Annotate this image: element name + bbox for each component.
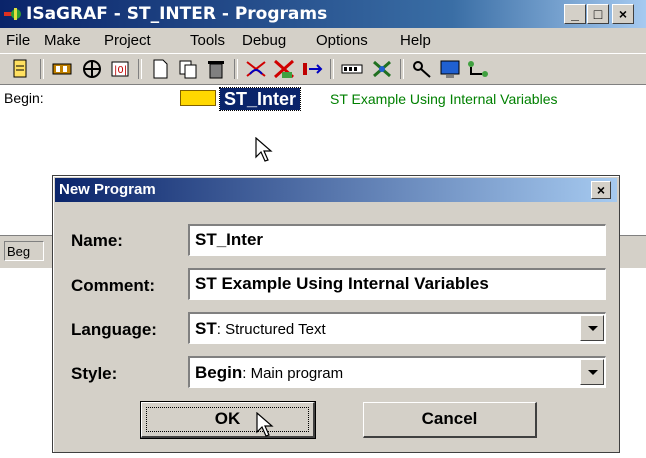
new-icon[interactable] (148, 58, 172, 80)
close-button[interactable]: × (612, 4, 634, 24)
dialog-title-bar[interactable]: New Program × (55, 178, 617, 202)
compile-icon[interactable] (244, 58, 268, 80)
link-icon[interactable] (80, 58, 104, 80)
variables-icon[interactable]: |0| (108, 58, 132, 80)
menu-make[interactable]: Make (44, 32, 81, 49)
program-item-comment: ST Example Using Internal Variables (330, 91, 558, 107)
style-select[interactable]: Begin: Main program (188, 356, 606, 388)
toolbar-separator (400, 59, 404, 79)
delete-icon[interactable] (204, 58, 228, 80)
toolbar-separator (138, 59, 142, 79)
dialog-title: New Program (59, 181, 156, 198)
menu-debug[interactable]: Debug (242, 32, 286, 49)
menu-options[interactable]: Options (316, 32, 368, 49)
language-code: ST (195, 319, 217, 338)
comment-label: Comment: (71, 276, 156, 295)
toolbar: |0| (0, 53, 646, 85)
copy-icon[interactable] (176, 58, 200, 80)
isagraf-app-icon (4, 8, 21, 20)
menu-project[interactable]: Project (104, 32, 151, 49)
title-bar[interactable]: ISaGRAF - ST_INTER - Programs _ □ × (0, 0, 646, 28)
dialog-close-button[interactable]: × (591, 181, 611, 199)
svg-text:|0|: |0| (114, 65, 127, 76)
status-pane: Beg (4, 241, 44, 261)
debug-icon[interactable] (370, 58, 394, 80)
maximize-button[interactable]: □ (587, 4, 609, 24)
io-icon[interactable] (340, 58, 364, 80)
name-label: Name: (71, 231, 123, 250)
focus-rectangle (146, 407, 309, 432)
st-program-icon (180, 90, 216, 106)
monitor-icon[interactable] (438, 58, 462, 80)
language-label: Language: (71, 320, 157, 339)
style-dropdown-arrow-icon[interactable] (580, 359, 604, 385)
minimize-button[interactable]: _ (564, 4, 586, 24)
language-select[interactable]: ST: Structured Text (188, 312, 606, 344)
program-icon[interactable] (8, 58, 32, 80)
ok-button[interactable]: OK (140, 401, 316, 439)
mouse-pointer-icon (255, 137, 273, 162)
make-icon[interactable] (50, 58, 74, 80)
window-title: ISaGRAF - ST_INTER - Programs (26, 4, 328, 24)
language-description: : Structured Text (216, 321, 326, 338)
name-input[interactable]: ST_Inter (188, 224, 606, 256)
menu-file[interactable]: File (6, 32, 30, 49)
spy-icon[interactable] (410, 58, 434, 80)
network-icon[interactable] (466, 58, 490, 80)
toolbar-separator (330, 59, 334, 79)
menu-bar: File Make Project Tools Debug Options He… (0, 28, 646, 53)
target-icon[interactable] (300, 58, 324, 80)
style-label: Style: (71, 364, 118, 383)
section-label-begin: Begin: (4, 90, 44, 106)
toolbar-separator (234, 59, 238, 79)
mouse-pointer-icon (256, 412, 274, 437)
comment-input[interactable]: ST Example Using Internal Variables (188, 268, 606, 300)
new-program-dialog: New Program × Name: ST_Inter Comment: ST… (52, 175, 620, 453)
program-item-name[interactable]: ST_Inter (218, 87, 302, 111)
verify-icon[interactable] (272, 58, 296, 80)
style-description: : Main program (242, 365, 344, 382)
cancel-button[interactable]: Cancel (363, 402, 537, 438)
menu-tools[interactable]: Tools (190, 32, 225, 49)
toolbar-separator (40, 59, 44, 79)
language-dropdown-arrow-icon[interactable] (580, 315, 604, 341)
menu-help[interactable]: Help (400, 32, 431, 49)
style-code: Begin (195, 363, 243, 382)
